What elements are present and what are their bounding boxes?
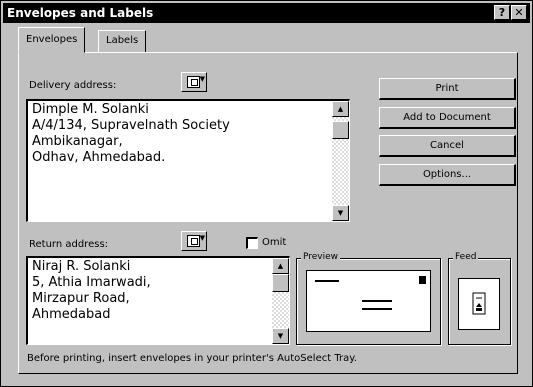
address-book-icon bbox=[187, 76, 200, 88]
print-button[interactable]: Print bbox=[379, 78, 516, 100]
preview-label: Preview bbox=[301, 252, 341, 262]
omit-label: Omit bbox=[262, 237, 287, 248]
feed-mark bbox=[476, 308, 482, 311]
scroll-down-button[interactable]: ▼ bbox=[272, 328, 289, 344]
envelope-preview[interactable] bbox=[306, 270, 431, 332]
address-book-icon bbox=[187, 235, 200, 247]
scroll-down-button[interactable]: ▼ bbox=[332, 205, 349, 221]
triangle-down-icon: ▼ bbox=[337, 209, 344, 217]
window-title: Envelopes and Labels bbox=[7, 6, 154, 20]
triangle-up-icon: ▲ bbox=[277, 262, 284, 270]
triangle-down-icon: ▼ bbox=[199, 234, 205, 242]
delivery-address-lines: Dimple M. Solanki A/4/134, Supravelnath … bbox=[32, 102, 327, 166]
return-address-line: Ahmedabad bbox=[32, 307, 111, 322]
return-address-line: Mirzapur Road, bbox=[32, 291, 130, 306]
stamp-mark bbox=[419, 276, 426, 284]
tab-labels-label: Labels bbox=[106, 35, 139, 46]
triangle-up-icon: ▲ bbox=[337, 105, 344, 113]
omit-checkbox[interactable] bbox=[246, 237, 258, 249]
delivery-address-line: Odhav, Ahmedabad. bbox=[32, 150, 166, 165]
return-address-line: 5, Athia Imarwadi, bbox=[32, 275, 151, 290]
cancel-button[interactable]: Cancel bbox=[379, 135, 516, 157]
return-address-line: Niraj R. Solanki bbox=[32, 259, 131, 274]
tab-labels[interactable]: Labels bbox=[98, 30, 147, 52]
feed-preview[interactable] bbox=[458, 278, 500, 330]
triangle-down-icon: ▼ bbox=[199, 75, 205, 83]
envelope-preview-graphic bbox=[315, 276, 426, 310]
title-bar: Envelopes and Labels ? ✕ bbox=[3, 3, 530, 23]
options-button[interactable]: Options... bbox=[379, 164, 516, 186]
help-button[interactable]: ? bbox=[494, 5, 510, 20]
return-address-lines: Niraj R. Solanki 5, Athia Imarwadi, Mirz… bbox=[32, 259, 267, 323]
return-address-field[interactable]: Niraj R. Solanki 5, Athia Imarwadi, Mirz… bbox=[26, 256, 290, 345]
tab-envelopes-label: Envelopes bbox=[26, 34, 78, 45]
scroll-up-button[interactable]: ▲ bbox=[272, 258, 289, 274]
delivery-address-line: A/4/134, Supravelnath Society bbox=[32, 118, 230, 133]
delivery-address-line: Dimple M. Solanki bbox=[32, 102, 149, 117]
return-address-book-button[interactable]: ▼ bbox=[181, 231, 207, 251]
status-text: Before printing, insert envelopes in you… bbox=[27, 353, 357, 364]
delivery-address-field[interactable]: Dimple M. Solanki A/4/134, Supravelnath … bbox=[26, 99, 350, 222]
envelopes-and-labels-dialog: Envelopes and Labels ? ✕ Envelopes Label… bbox=[0, 0, 533, 387]
delivery-address-scrollbar[interactable]: ▲ ▼ bbox=[332, 101, 349, 221]
add-to-document-button[interactable]: Add to Document bbox=[379, 107, 516, 129]
scroll-up-button[interactable]: ▲ bbox=[332, 101, 349, 117]
delivery-address-line: Ambikanagar, bbox=[32, 134, 123, 149]
triangle-down-icon: ▼ bbox=[277, 332, 284, 340]
feed-label: Feed bbox=[453, 252, 479, 262]
delivery-address-book-button[interactable]: ▼ bbox=[181, 72, 207, 92]
tab-envelopes[interactable]: Envelopes bbox=[18, 27, 86, 53]
feed-preview-graphic bbox=[472, 292, 486, 315]
return-address-scrollbar[interactable]: ▲ ▼ bbox=[272, 258, 289, 344]
close-button[interactable]: ✕ bbox=[511, 5, 527, 20]
return-address-label: Return address: bbox=[29, 239, 109, 250]
delivery-address-label: Delivery address: bbox=[29, 80, 117, 91]
scroll-thumb[interactable] bbox=[272, 274, 289, 292]
scroll-thumb[interactable] bbox=[332, 121, 349, 139]
